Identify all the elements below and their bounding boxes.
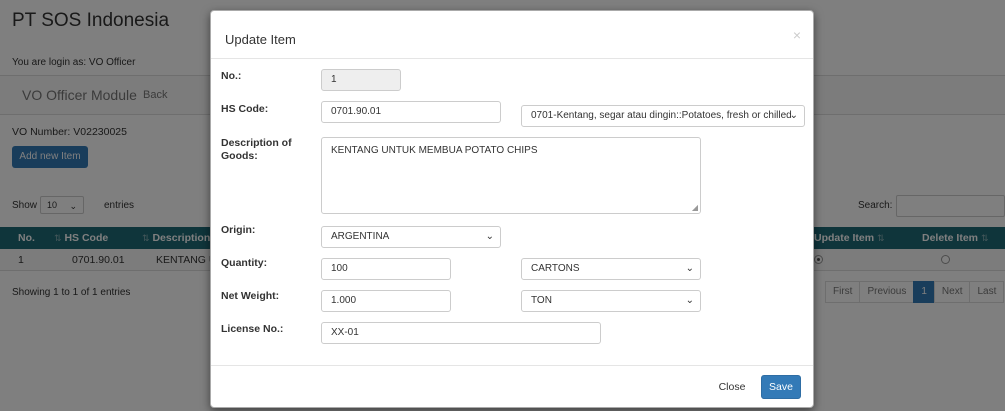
origin-select[interactable]: ARGENTINA ⌄: [321, 226, 501, 248]
net-weight-input[interactable]: 1.000: [321, 290, 451, 312]
quantity-input[interactable]: 100: [321, 258, 451, 280]
origin-label: Origin:: [221, 224, 256, 236]
net-weight-label: Net Weight:: [221, 290, 280, 302]
chevron-down-icon: ⌄: [685, 295, 694, 306]
license-input[interactable]: XX-01: [321, 322, 601, 344]
chevron-down-icon: ⌄: [485, 231, 494, 242]
update-item-modal: Update Item × No.: 1 HS Code: 0701.90.01…: [210, 10, 814, 408]
close-button[interactable]: Close: [713, 375, 751, 399]
resize-grip-icon[interactable]: ◢: [692, 203, 698, 212]
modal-footer-divider: [211, 365, 813, 366]
hs-code-input[interactable]: 0701.90.01: [321, 101, 501, 123]
description-textarea[interactable]: KENTANG UNTUK MEMBUA POTATO CHIPS ◢: [321, 137, 701, 214]
license-label: License No.:: [221, 323, 284, 335]
chevron-down-icon: ⌄: [685, 263, 694, 274]
no-label: No.:: [221, 70, 242, 82]
weight-unit-select[interactable]: TON ⌄: [521, 290, 701, 312]
origin-select-value: ARGENTINA: [331, 231, 390, 242]
save-button[interactable]: Save: [761, 375, 801, 399]
hs-code-select-value: 0701-Kentang, segar atau dingin::Potatoe…: [531, 110, 792, 121]
quantity-unit-select[interactable]: CARTONS ⌄: [521, 258, 701, 280]
no-field: 1: [321, 69, 401, 91]
quantity-label: Quantity:: [221, 257, 268, 269]
hs-code-select[interactable]: 0701-Kentang, segar atau dingin::Potatoe…: [521, 105, 805, 127]
description-value: KENTANG UNTUK MEMBUA POTATO CHIPS: [331, 145, 538, 156]
description-label: Description of Goods:: [221, 137, 292, 162]
weight-unit-value: TON: [531, 295, 552, 306]
quantity-unit-value: CARTONS: [531, 263, 580, 274]
modal-title: Update Item: [225, 32, 296, 47]
hs-code-label: HS Code:: [221, 103, 269, 115]
modal-header-divider: [211, 58, 813, 59]
chevron-down-icon: ⌄: [789, 110, 798, 121]
close-icon[interactable]: ×: [793, 27, 801, 43]
